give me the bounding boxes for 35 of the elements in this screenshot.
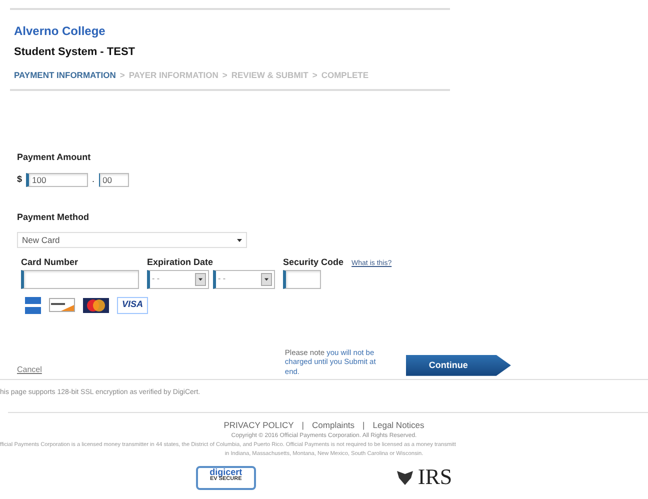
decimal-point: . xyxy=(92,173,95,186)
system-title: Student System - TEST xyxy=(14,45,136,60)
field-label: Expiration Date xyxy=(147,256,214,270)
step-label: REVIEW & SUBMIT xyxy=(231,68,308,82)
month-select[interactable]: - - xyxy=(147,270,209,289)
field-label: Security Code xyxy=(283,256,344,270)
footer-link[interactable]: Legal Notices xyxy=(372,419,424,432)
field-label: Card Number xyxy=(21,256,80,270)
cents-field[interactable]: 00 xyxy=(98,172,129,187)
step-separator: > xyxy=(312,68,318,82)
cancel-link[interactable]: Cancel xyxy=(17,364,42,376)
field-label: Payment Amount xyxy=(17,151,92,164)
footer-link[interactable]: Complaints xyxy=(312,419,355,432)
continue-button[interactable]: Continue xyxy=(406,354,511,376)
dollars-field[interactable]: 100 xyxy=(26,172,88,187)
step-separator: > xyxy=(222,68,228,82)
visa-card-icon: VISA xyxy=(117,296,148,314)
mastercard-icon xyxy=(83,298,109,313)
year-select[interactable]: - - xyxy=(213,270,275,289)
step-label: COMPLETE xyxy=(321,68,369,82)
step-label: PAYMENT INFORMATION xyxy=(14,68,116,82)
link-separator: | xyxy=(302,419,304,432)
college-name: Alverno College xyxy=(14,23,106,40)
field-label: Payment Method xyxy=(17,210,90,224)
card-number-field[interactable] xyxy=(21,270,139,289)
step-separator: > xyxy=(120,68,125,82)
badge-brand-text: digicert xyxy=(210,468,242,477)
security-code-field[interactable] xyxy=(283,270,321,289)
dropdown-arrow-icon xyxy=(237,238,242,242)
step-label: PAYER INFORMATION xyxy=(128,68,218,82)
footer-link[interactable]: PRIVACY POLICY xyxy=(224,419,294,432)
link-separator: | xyxy=(362,419,365,432)
payment-method-select[interactable]: New Card xyxy=(17,232,247,248)
currency-symbol: $ xyxy=(17,173,22,186)
irs-logo-text: IRS xyxy=(418,466,452,488)
